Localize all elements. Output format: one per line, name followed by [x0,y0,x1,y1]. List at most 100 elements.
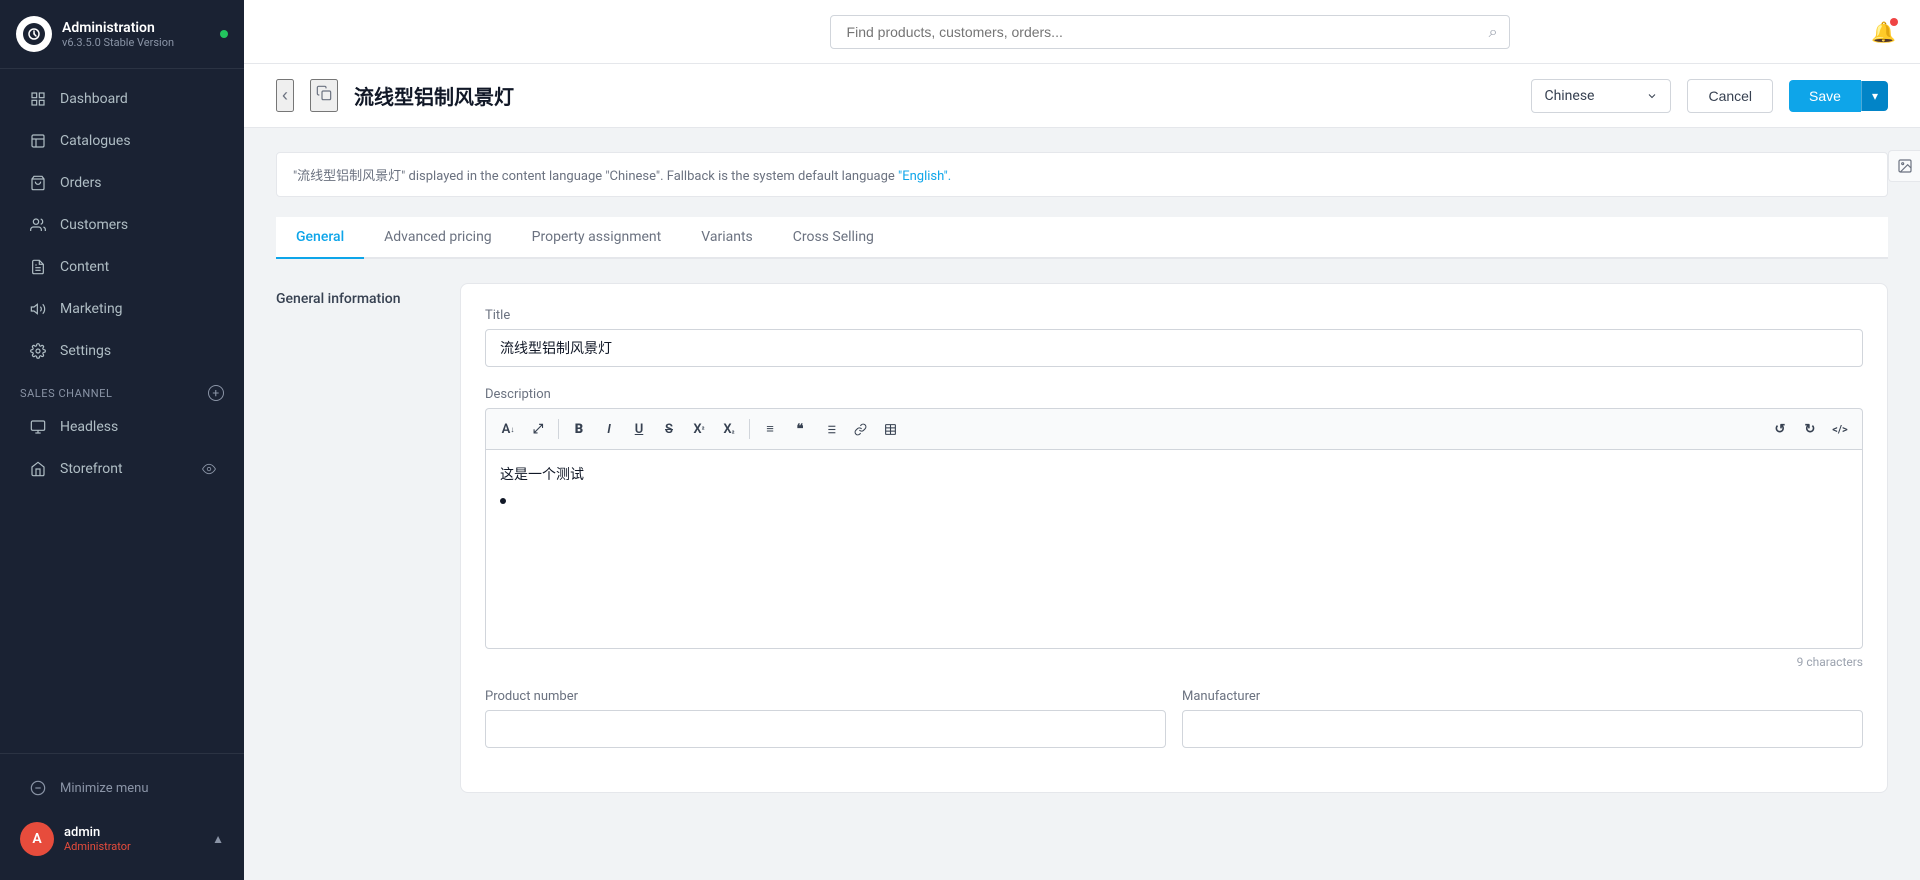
title-field: Title [485,308,1863,367]
headless-icon [28,417,48,437]
sidebar-item-label: Customers [60,217,128,233]
settings-icon [28,341,48,361]
copy-button[interactable] [310,79,338,112]
add-channel-icon[interactable]: + [208,385,224,401]
manufacturer-field: Manufacturer [1182,689,1863,768]
search-container: ⌕ [830,15,1510,49]
app-name: Administration [62,20,212,36]
rte-blockquote-button[interactable]: ❝ [786,415,814,443]
title-label: Title [485,308,1863,323]
title-input[interactable] [485,329,1863,367]
sidebar-item-label: Dashboard [60,91,128,107]
marketing-icon [28,299,48,319]
cancel-button[interactable]: Cancel [1687,79,1773,113]
storefront-label: Storefront [60,461,123,477]
app-version: v6.3.5.0 Stable Version [62,36,212,49]
chevron-down-icon [1646,90,1658,102]
topbar-right: 🔔 [1871,20,1896,44]
rte-undo-button[interactable]: ↺ [1766,415,1794,443]
save-button[interactable]: Save [1789,80,1861,112]
sidebar-item-content[interactable]: Content [8,247,236,287]
minimize-icon [28,778,48,798]
tab-variants[interactable]: Variants [681,217,773,259]
content-body: "流线型铝制风景灯" displayed in the content lang… [244,128,1920,817]
form-two-col: Product number Manufacturer [485,689,1863,768]
save-button-group: Save ▾ [1789,80,1888,112]
description-label: Description [485,387,1863,402]
catalogues-icon [28,131,48,151]
sales-channel-section: Sales Channel + [0,373,244,405]
language-selector[interactable]: Chinese [1531,79,1671,113]
tabs-bar: General Advanced pricing Property assign… [276,217,1888,259]
rte-subscript-button[interactable]: X₂ [715,415,743,443]
rte-separator [558,419,559,439]
sidebar-user[interactable]: A admin Administrator ▲ [0,810,244,868]
product-number-input[interactable] [485,710,1166,748]
status-dot [220,30,228,38]
rte-toolbar: A↓ ⤢ B I U S X² X₂ ≡ ❝ [485,408,1863,449]
section-label-container: General information [276,283,436,793]
main-content: ⌕ 🔔 ‹ 流线型铝制风景灯 Chinese Cancel Save [244,0,1920,880]
page-title: 流线型铝制风景灯 [354,81,1515,110]
orders-icon [28,173,48,193]
back-button[interactable]: ‹ [276,79,294,112]
notification-bell[interactable]: 🔔 [1871,20,1896,44]
app-info: Administration v6.3.5.0 Stable Version [62,20,212,49]
description-field: Description A↓ ⤢ B I U S X² X₂ [485,387,1863,669]
sidebar-item-orders[interactable]: Orders [8,163,236,203]
sidebar-item-marketing[interactable]: Marketing [8,289,236,329]
user-name: admin [64,825,212,840]
rte-bold-button[interactable]: B [565,415,593,443]
save-dropdown-button[interactable]: ▾ [1861,81,1888,111]
product-number-label: Product number [485,689,1166,704]
language-link[interactable]: "English". [898,169,951,184]
notification-dot [1890,18,1898,26]
tab-cross-selling[interactable]: Cross Selling [773,217,894,259]
sidebar-item-label: Settings [60,343,111,359]
search-icon: ⌕ [1489,22,1498,42]
sidebar-item-settings[interactable]: Settings [8,331,236,371]
logo-inner [23,23,45,45]
tab-property-assignment[interactable]: Property assignment [512,217,682,259]
rte-table-button[interactable] [876,415,904,443]
tab-general[interactable]: General [276,217,364,259]
page-area: ‹ 流线型铝制风景灯 Chinese Cancel Save ▾ "流线型铝制风… [244,64,1920,880]
rte-font-size-button[interactable]: A↓ [494,415,522,443]
rte-expand-button[interactable]: ⤢ [524,415,552,443]
search-input[interactable] [830,15,1510,49]
sidebar-item-storefront[interactable]: Storefront [8,449,236,489]
rte-superscript-button[interactable]: X² [685,415,713,443]
section-label: General information [276,291,436,307]
sidebar-item-dashboard[interactable]: Dashboard [8,79,236,119]
sidebar-item-customers[interactable]: Customers [8,205,236,245]
rte-underline-button[interactable]: U [625,415,653,443]
rte-align-button[interactable]: ≡ [756,415,784,443]
product-number-field: Product number [485,689,1166,748]
sidebar-item-catalogues[interactable]: Catalogues [8,121,236,161]
language-notice: "流线型铝制风景灯" displayed in the content lang… [276,152,1888,197]
headless-label: Headless [60,419,118,435]
topbar: ⌕ 🔔 [244,0,1920,64]
rte-redo-button[interactable]: ↻ [1796,415,1824,443]
minimize-menu-button[interactable]: Minimize menu [8,768,236,808]
manufacturer-input[interactable] [1182,710,1863,748]
dashboard-icon [28,89,48,109]
avatar: A [20,822,54,856]
rte-list-button[interactable] [816,415,844,443]
form-right: Title Description A↓ ⤢ B I [460,283,1888,793]
content-icon [28,257,48,277]
rte-italic-button[interactable]: I [595,415,623,443]
sidebar-item-label: Content [60,259,109,275]
tab-advanced-pricing[interactable]: Advanced pricing [364,217,512,259]
user-chevron-icon: ▲ [212,832,224,846]
sidebar-footer: Minimize menu A admin Administrator ▲ [0,753,244,880]
rte-code-button[interactable]: </> [1826,415,1854,443]
rte-link-button[interactable] [846,415,874,443]
form-card: Title Description A↓ ⤢ B I [460,283,1888,793]
image-panel-icon[interactable] [1888,150,1920,182]
form-layout: General information Title Description [276,283,1888,793]
page-header: ‹ 流线型铝制风景灯 Chinese Cancel Save ▾ [244,64,1920,128]
sidebar-item-headless[interactable]: Headless [8,407,236,447]
rte-content[interactable]: 这是一个测试 [485,449,1863,649]
rte-strikethrough-button[interactable]: S [655,415,683,443]
